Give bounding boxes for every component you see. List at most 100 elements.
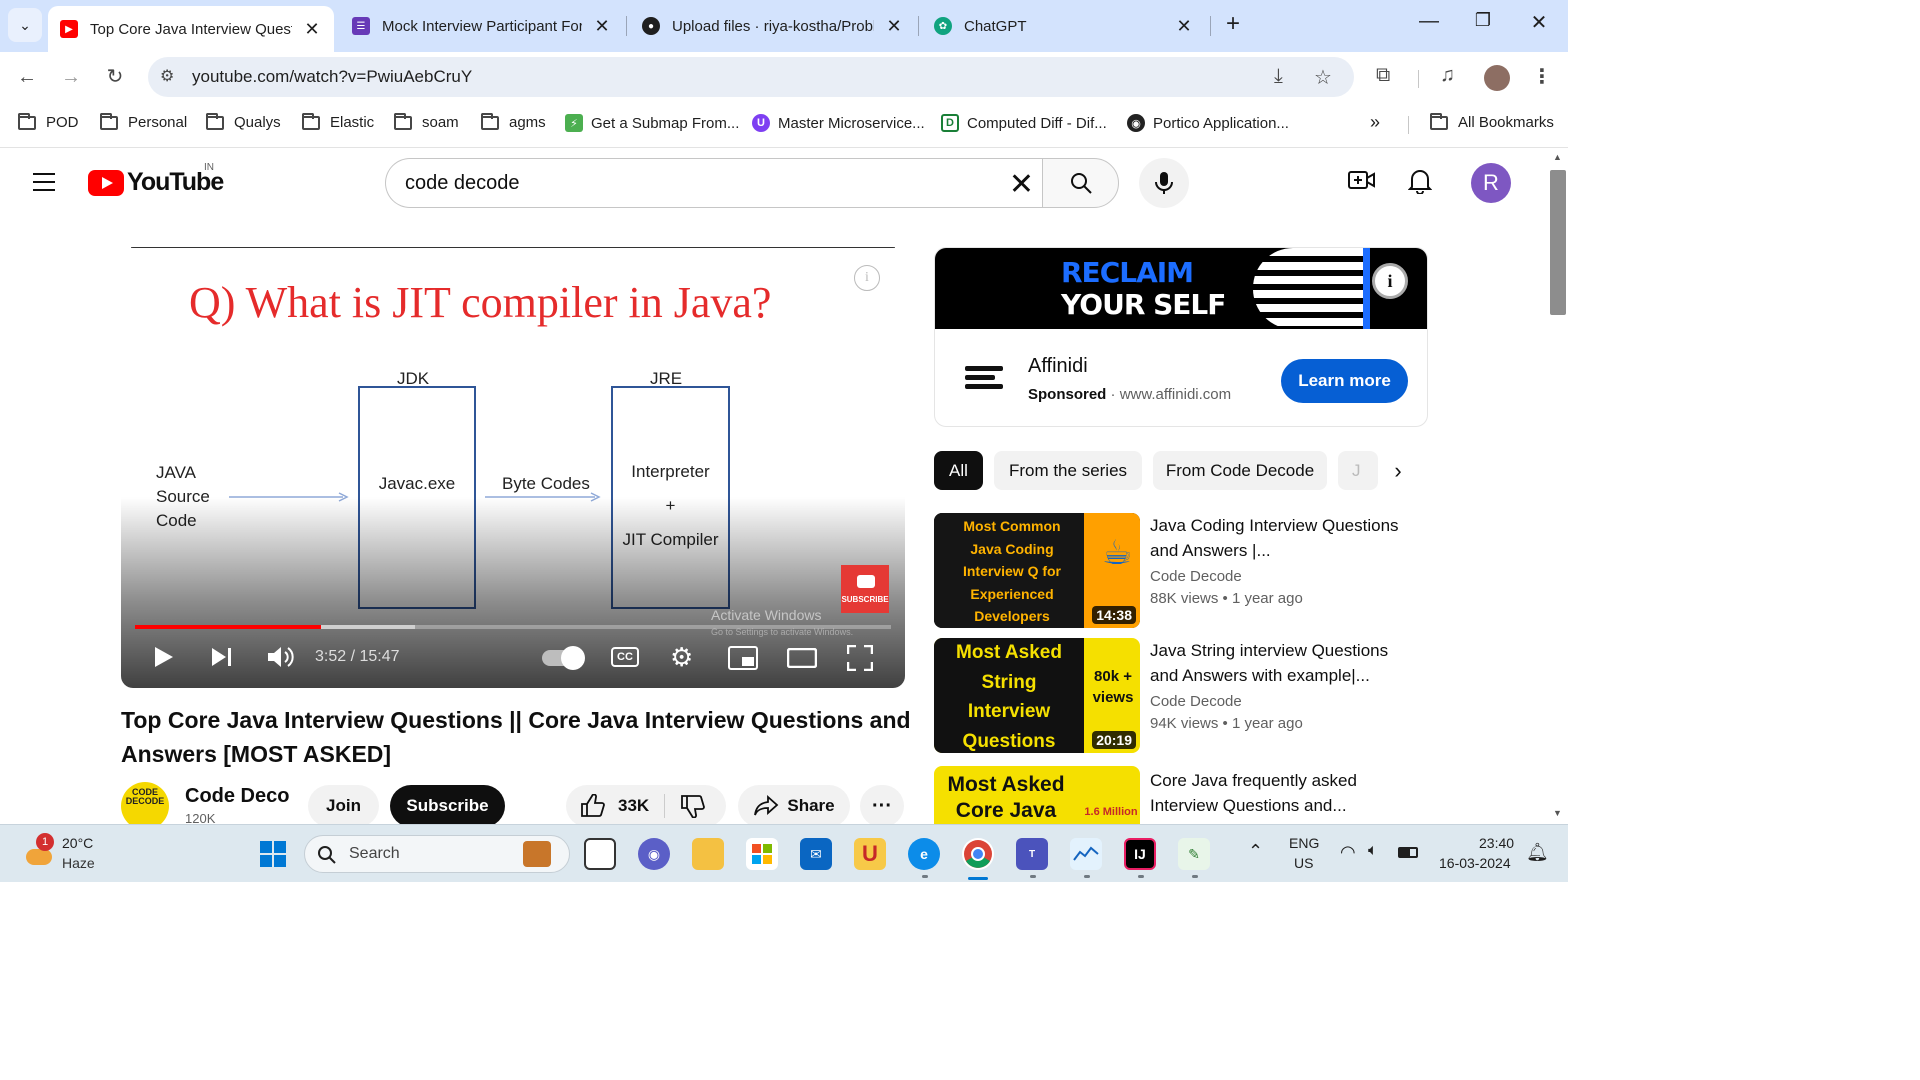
mail-icon[interactable]: ✉ [800, 838, 832, 870]
fullscreen-icon[interactable] [847, 645, 873, 671]
rec-thumbnail[interactable]: Most Common Java Coding Interview Q for … [934, 513, 1140, 628]
notepad-icon[interactable]: ✎ [1178, 838, 1210, 870]
rec-title[interactable]: Java String interview Questions and Answ… [1150, 638, 1410, 688]
close-window-icon[interactable]: ✕ [1524, 10, 1554, 35]
performance-monitor-icon[interactable] [1070, 838, 1102, 870]
edge-icon[interactable]: e [908, 838, 940, 870]
extensions-icon[interactable]: ⧉ [1376, 64, 1390, 87]
teams-icon[interactable]: T [1016, 838, 1048, 870]
microsoft-store-icon[interactable] [746, 838, 778, 870]
bookmark-submap[interactable]: ⚡ Get a Submap From... [565, 114, 739, 132]
all-bookmarks[interactable]: All Bookmarks [1430, 112, 1554, 131]
language-line2[interactable]: US [1294, 855, 1313, 871]
tab-chatgpt[interactable]: ✿ ChatGPT ✕ [922, 6, 1206, 46]
restore-icon[interactable]: ❐ [1468, 10, 1498, 31]
chrome-icon[interactable] [962, 838, 994, 870]
forward-icon[interactable]: → [56, 62, 86, 92]
file-explorer-icon[interactable] [692, 838, 724, 870]
rec-title[interactable]: Java Coding Interview Questions and Answ… [1150, 513, 1410, 563]
back-icon[interactable]: ← [12, 62, 42, 92]
chip-from-code-decode[interactable]: From Code Decode [1153, 451, 1327, 490]
info-icon[interactable]: i [854, 265, 880, 291]
task-view-icon[interactable] [584, 838, 616, 870]
chip-partial[interactable]: J [1338, 451, 1378, 490]
search-value[interactable]: code decode [405, 172, 520, 195]
autoplay-toggle[interactable] [542, 646, 585, 670]
subscribe-watermark[interactable]: SUBSCRIBE [841, 565, 889, 613]
close-tab-icon[interactable]: ✕ [1174, 16, 1194, 37]
bookmark-pod[interactable]: POD [18, 112, 79, 131]
create-video-icon[interactable] [1348, 168, 1376, 198]
magnet-app-icon[interactable]: U [854, 838, 886, 870]
clear-search-icon[interactable]: ✕ [1009, 167, 1034, 202]
taskbar-search[interactable]: Search [304, 835, 570, 873]
volume-icon[interactable] [266, 644, 294, 670]
tab-forms[interactable]: ☰ Mock Interview Participant Form ✕ [340, 6, 624, 46]
media-control-icon[interactable]: ♫ [1440, 64, 1455, 87]
windows-start-icon[interactable] [257, 838, 289, 870]
clock-time[interactable]: 23:40 [1479, 835, 1514, 851]
rec-channel[interactable]: Code Decode [1150, 568, 1242, 585]
bookmark-diff[interactable]: D Computed Diff - Dif... [941, 114, 1107, 132]
speaker-icon[interactable]: 🔈︎ [1368, 842, 1378, 860]
voice-search-button[interactable] [1139, 158, 1189, 208]
thumbs-down-icon[interactable] [680, 794, 706, 818]
intellij-icon[interactable]: IJ [1124, 838, 1156, 870]
search-input[interactable]: code decode ✕ [385, 158, 1042, 208]
notification-bell-icon[interactable]: 🔔︎ [1526, 842, 1549, 863]
profile-avatar[interactable] [1484, 65, 1510, 91]
youtube-logo[interactable]: YouTube IN [88, 162, 224, 197]
tray-overflow-icon[interactable]: ⌃ [1248, 841, 1263, 862]
reload-icon[interactable]: ↻ [100, 62, 130, 92]
more-actions-button[interactable]: ··· [860, 785, 904, 827]
rec-thumbnail[interactable]: Most Asked String Interview Questions 80… [934, 638, 1140, 753]
chip-all[interactable]: All [934, 451, 983, 490]
captions-icon[interactable]: CC [611, 647, 639, 667]
tab-youtube[interactable]: ▶ Top Core Java Interview Questio ✕ [48, 6, 334, 52]
more-bookmarks-icon[interactable]: » [1370, 112, 1380, 133]
like-button[interactable]: 33K [580, 794, 649, 818]
bookmark-agms[interactable]: agms [481, 112, 546, 131]
address-bar[interactable]: ⚙ youtube.com/watch?v=PwiuAebCruY ⤓ ☆ [148, 57, 1354, 97]
menu-kebab-icon[interactable]: ⋮ [1532, 64, 1552, 89]
video-player[interactable]: Q) What is JIT compiler in Java? i JAVA … [121, 247, 905, 688]
search-button[interactable] [1042, 158, 1119, 208]
settings-gear-icon[interactable]: ⚙ [670, 642, 693, 673]
new-tab-icon[interactable]: + [1220, 10, 1246, 38]
rec-thumbnail[interactable]: Most Asked Core Java 1.6 Million [934, 766, 1140, 824]
close-tab-icon[interactable]: ✕ [592, 16, 612, 37]
chips-next-icon[interactable]: › [1378, 451, 1418, 491]
page-scrollbar-thumb[interactable] [1550, 170, 1566, 315]
account-avatar[interactable]: R [1471, 163, 1511, 203]
site-settings-icon[interactable]: ⚙ [160, 66, 174, 86]
teams-chat-icon[interactable]: ◉ [638, 838, 670, 870]
url-text[interactable]: youtube.com/watch?v=PwiuAebCruY [192, 67, 472, 87]
share-button[interactable]: Share [738, 785, 850, 827]
tab-search-button[interactable]: ⌄ [8, 8, 42, 42]
bookmark-portico[interactable]: ◉ Portico Application... [1127, 114, 1289, 132]
bookmark-microservice[interactable]: U Master Microservice... [752, 114, 925, 132]
channel-name[interactable]: Code Deco [185, 785, 289, 808]
learn-more-button[interactable]: Learn more [1281, 359, 1408, 403]
close-tab-icon[interactable]: ✕ [884, 16, 904, 37]
next-icon[interactable] [210, 646, 234, 668]
chip-from-series[interactable]: From the series [994, 451, 1142, 490]
bookmark-personal[interactable]: Personal [100, 112, 187, 131]
install-app-icon[interactable]: ⤓ [1274, 65, 1283, 88]
sponsored-ad[interactable]: RECLAIM YOUR SELF i Affinidi Sponsored ·… [934, 247, 1428, 427]
notifications-bell-icon[interactable] [1407, 168, 1433, 200]
menu-icon[interactable] [33, 173, 55, 197]
bookmark-elastic[interactable]: Elastic [302, 112, 374, 131]
theater-mode-icon[interactable] [787, 648, 817, 668]
tab-github[interactable]: ● Upload files · riya-kostha/Proble ✕ [630, 6, 916, 46]
weather-widget[interactable]: 1 [24, 833, 54, 869]
channel-avatar[interactable]: CODE DECODE [121, 782, 169, 830]
wifi-icon[interactable]: ◠ [1340, 842, 1356, 863]
ad-banner[interactable]: RECLAIM YOUR SELF i [935, 248, 1427, 329]
subscribe-button[interactable]: Subscribe [390, 785, 505, 827]
bookmark-star-icon[interactable]: ☆ [1314, 65, 1332, 90]
play-icon[interactable] [153, 645, 175, 669]
ad-info-icon[interactable]: i [1372, 263, 1408, 299]
scroll-down-icon[interactable]: ▼ [1553, 808, 1562, 818]
progress-bar[interactable] [135, 625, 891, 629]
